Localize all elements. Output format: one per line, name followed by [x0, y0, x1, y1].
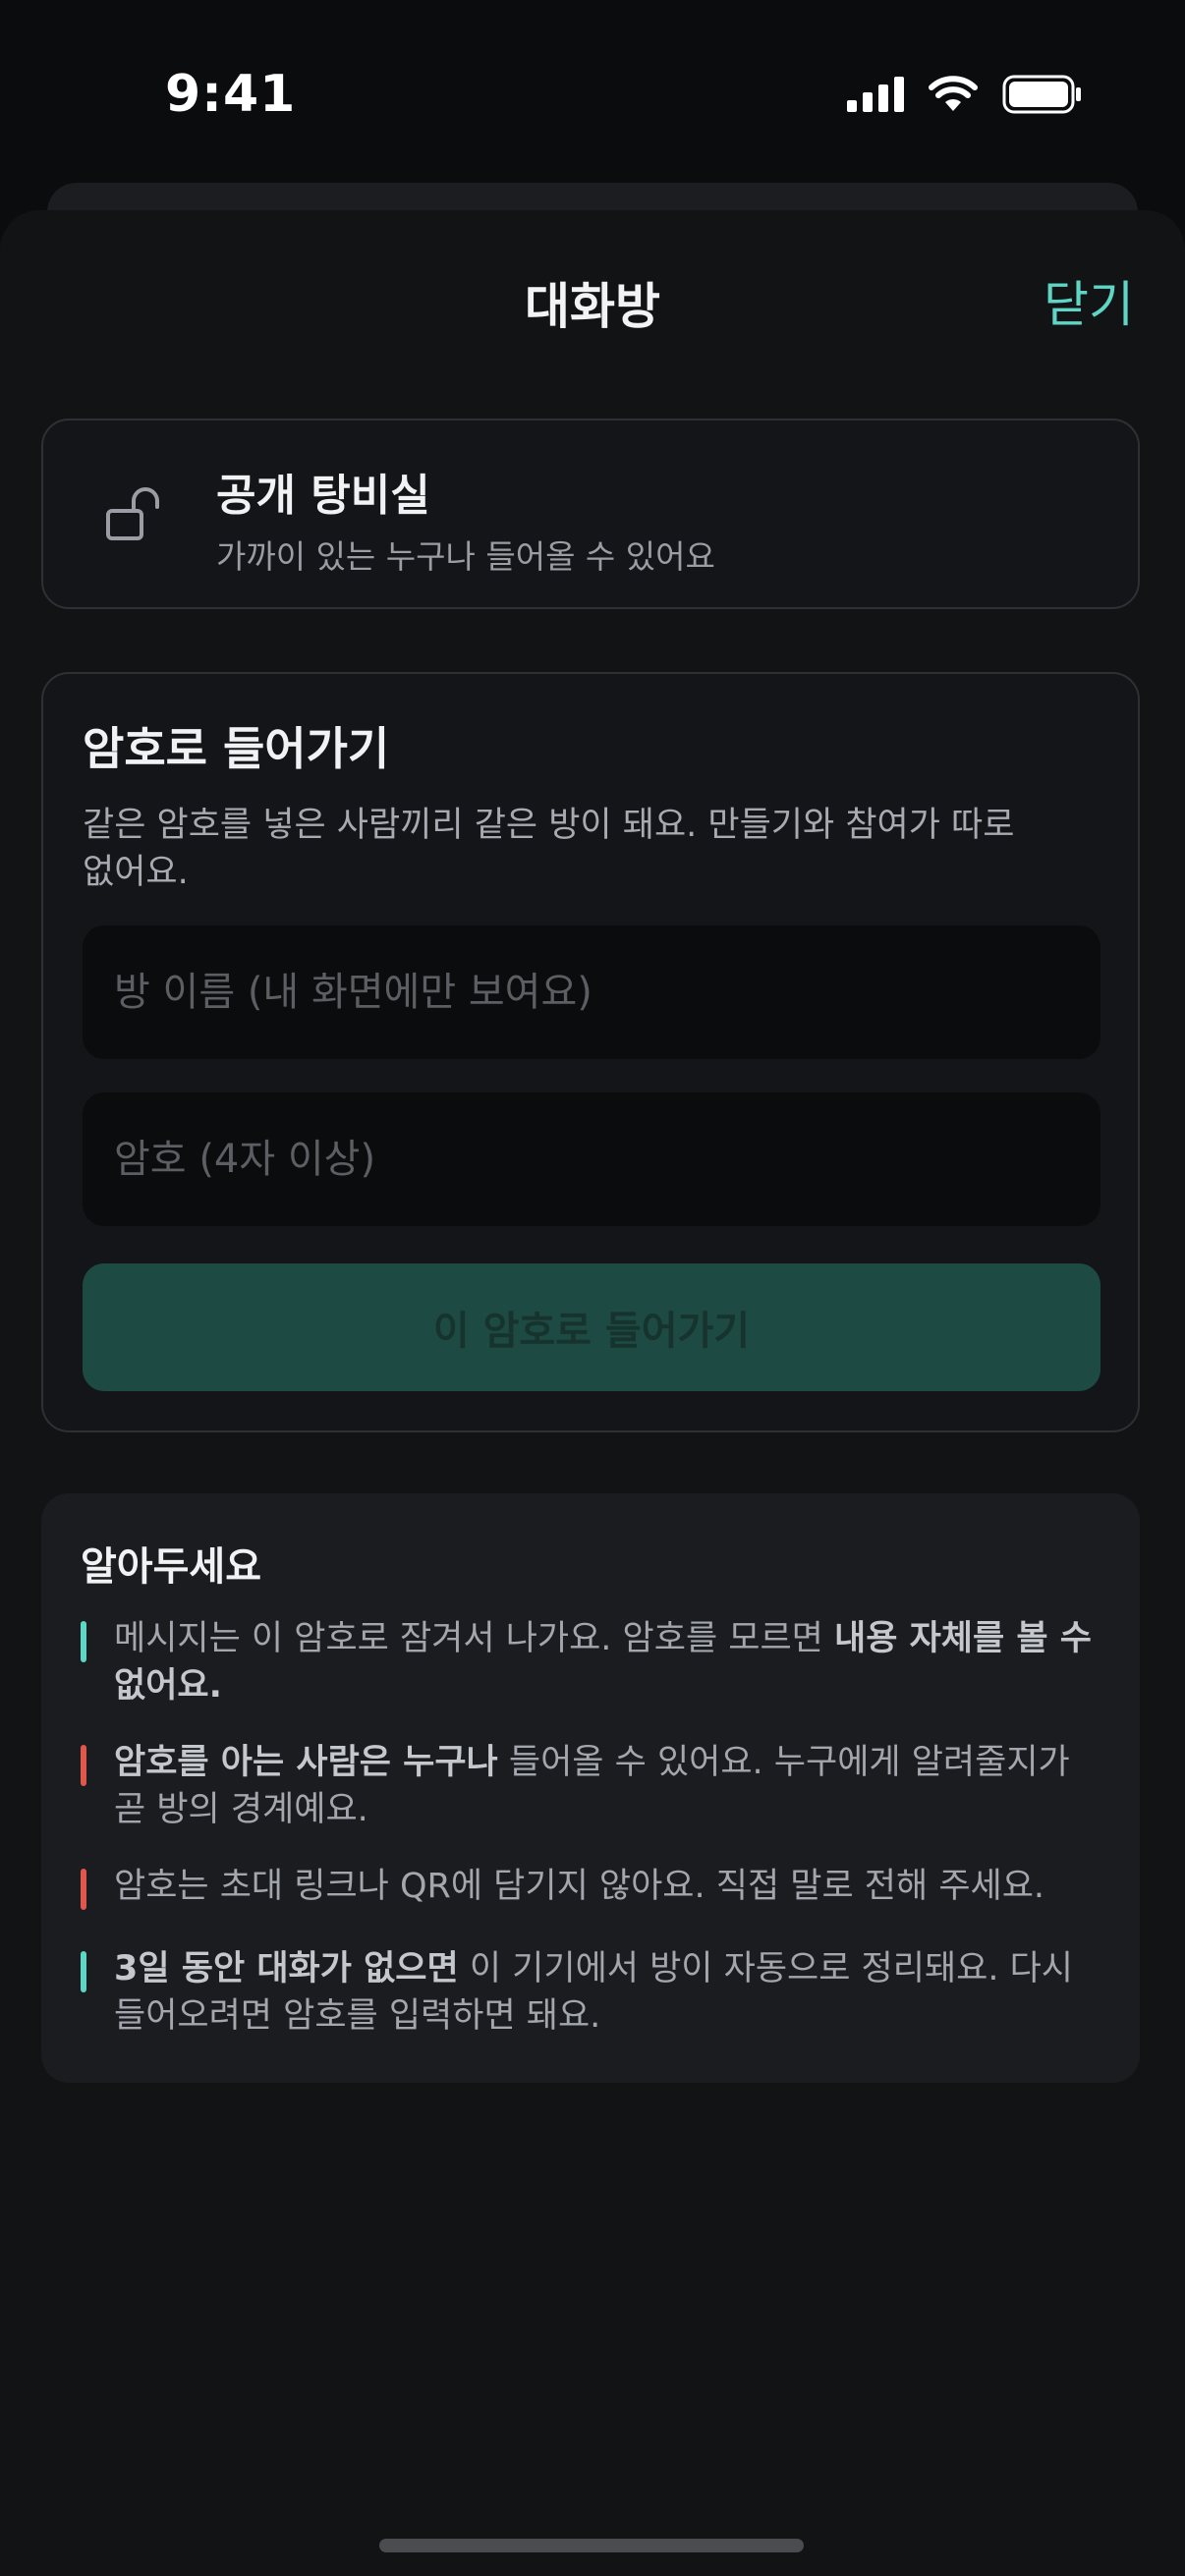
status-bar: 9:41	[0, 0, 1185, 187]
wifi-icon	[929, 76, 978, 111]
public-room-title: 공개 탕비실	[216, 471, 430, 521]
public-room-description: 가까이 있는 누구나 들어올 수 있어요	[216, 537, 715, 576]
status-time: 9:41	[165, 65, 297, 124]
password-room-card: 암호로 들어가기 같은 암호를 넣은 사람끼리 같은 방이 돼요. 만들기와 참…	[41, 672, 1140, 1432]
room-name-input[interactable]	[83, 925, 1100, 1059]
password-input[interactable]	[83, 1092, 1100, 1226]
accent-bar	[81, 1951, 86, 1992]
sheet-title: 대화방	[525, 278, 660, 335]
chatroom-sheet: 대화방 닫기 공개 탕비실 가까이 있는 누구나 들어올 수 있어요 암호로 들…	[0, 210, 1185, 2576]
enter-with-password-button[interactable]: 이 암호로 들어가기	[83, 1263, 1100, 1391]
battery-icon	[1002, 75, 1081, 114]
password-room-title: 암호로 들어가기	[83, 722, 390, 775]
notice-text: 암호는 초대 링크나 QR에 담기지 않아요. 직접 말로 전해 주세요.	[114, 1867, 1045, 1906]
accent-bar	[81, 1621, 86, 1662]
notice-item: 암호를 아는 사람은 누구나 들어올 수 있어요. 누구에게 알려줄지가 곧 방…	[81, 1739, 1102, 1833]
notice-emphasis: 암호를 아는 사람은 누구나	[114, 1743, 498, 1782]
cellular-signal-icon	[847, 77, 904, 112]
public-room-option[interactable]: 공개 탕비실 가까이 있는 누구나 들어올 수 있어요	[41, 419, 1140, 609]
notice-title: 알아두세요	[81, 1544, 261, 1590]
unlocked-padlock-icon	[106, 487, 159, 540]
close-button[interactable]: 닫기	[1044, 265, 1134, 336]
status-icons	[847, 75, 1083, 114]
warning-bar	[81, 1745, 86, 1786]
notice-card: 알아두세요 메시지는 이 암호로 잠겨서 나가요. 암호를 모르면 내용 자체를…	[41, 1493, 1140, 2083]
notice-item: 암호는 초대 링크나 QR에 담기지 않아요. 직접 말로 전해 주세요.	[81, 1863, 1102, 1910]
home-indicator[interactable]	[379, 2539, 804, 2552]
password-room-description: 같은 암호를 넣은 사람끼리 같은 방이 돼요. 만들기와 참여가 따로 없어요…	[83, 806, 1015, 892]
notice-item: 3일 동안 대화가 없으면 이 기기에서 방이 자동으로 정리돼요. 다시 들어…	[81, 1945, 1102, 2040]
notice-emphasis: 3일 동안 대화가 없으면	[114, 1949, 459, 1988]
notice-item: 메시지는 이 암호로 잠겨서 나가요. 암호를 모르면 내용 자체를 볼 수 없…	[81, 1615, 1102, 1709]
notice-text: 메시지는 이 암호로 잠겨서 나가요. 암호를 모르면	[114, 1619, 835, 1658]
warning-bar	[81, 1869, 86, 1910]
